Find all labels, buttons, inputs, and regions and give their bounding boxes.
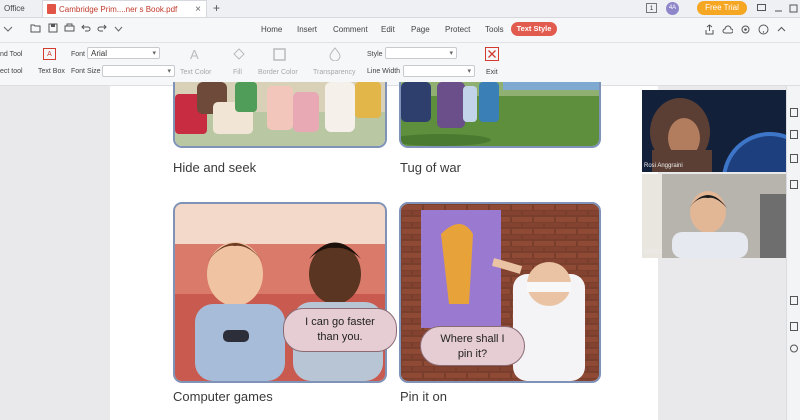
font-label: Font xyxy=(71,51,86,58)
style-label: Style xyxy=(367,51,383,58)
font-select-value: Arial xyxy=(91,49,108,58)
fill-label: Fill xyxy=(233,69,242,76)
speech-bubble-pin: Where shall I pin it? xyxy=(420,326,525,366)
share-icon[interactable] xyxy=(704,24,715,35)
photo-tug-of-war xyxy=(399,82,601,148)
transparency-label: Transparency xyxy=(313,69,356,76)
border-color-icon[interactable] xyxy=(273,48,286,61)
caption-hide-and-seek: Hide and seek xyxy=(173,160,257,175)
speech-bubble-faster-line-2: than you. xyxy=(317,331,363,343)
font-size-select[interactable]: ▾ xyxy=(102,65,175,77)
menu-dropdown-icon[interactable] xyxy=(3,25,13,33)
avatar[interactable]: 4A xyxy=(666,2,679,15)
sidebar-tool-icon[interactable] xyxy=(790,180,798,189)
menu-text-style[interactable]: Text Style xyxy=(511,22,557,36)
close-tab-icon[interactable]: × xyxy=(195,1,201,18)
caption-computer-games: Computer games xyxy=(173,389,273,404)
sidebar-tool-icon[interactable] xyxy=(790,108,798,117)
video-participant-1[interactable]: Rosi Anggraini xyxy=(642,90,790,172)
open-folder-icon[interactable] xyxy=(30,23,41,33)
document-page: Hide and seek Tug of war I can go faster… xyxy=(110,82,658,420)
menu-page[interactable]: Page xyxy=(411,25,430,34)
print-icon[interactable] xyxy=(64,23,75,33)
caption-tug-of-war: Tug of war xyxy=(400,160,461,175)
free-trial-button[interactable]: Free Trial xyxy=(697,1,747,15)
text-box-icon[interactable]: A xyxy=(43,48,56,60)
chevron-down-icon: ▾ xyxy=(467,68,471,75)
chevron-down-icon: ▾ xyxy=(449,50,453,57)
tab-office[interactable]: Office xyxy=(0,0,40,17)
speech-bubble-pin-line-2: pin it? xyxy=(457,348,488,360)
notification-badge[interactable]: 1 xyxy=(646,3,657,13)
add-text-tool-button[interactable]: nd Tool xyxy=(0,51,22,58)
sidebar-tool-icon[interactable] xyxy=(790,344,798,353)
tab-document[interactable]: Cambridge Prim....ner s Book.pdf × xyxy=(42,0,207,17)
font-size-label: Font Size xyxy=(71,68,101,75)
caption-pin-it-on: Pin it on xyxy=(400,389,447,404)
photo-computer-games xyxy=(173,202,387,383)
menu-protect[interactable]: Protect xyxy=(445,25,470,34)
participant-video-feed xyxy=(642,90,790,172)
sidebar-tool-icon[interactable] xyxy=(790,322,798,331)
menu-edit[interactable]: Edit xyxy=(381,25,395,34)
menu-home[interactable]: Home xyxy=(261,25,282,34)
text-color-icon[interactable]: A xyxy=(190,47,199,62)
chevron-down-icon: ▾ xyxy=(152,50,156,57)
line-width-select[interactable]: ▾ xyxy=(403,65,475,77)
exit-label: Exit xyxy=(486,69,498,76)
font-select[interactable]: Arial ▾ xyxy=(87,47,160,59)
exit-close-icon[interactable] xyxy=(485,47,499,61)
speech-bubble-faster: I can go faster than you. xyxy=(283,308,397,352)
chat-icon[interactable] xyxy=(757,4,766,13)
transparency-drop-icon[interactable] xyxy=(329,47,341,61)
tab-document-title: Cambridge Prim....ner s Book.pdf xyxy=(59,5,178,14)
menu-comment[interactable]: Comment xyxy=(333,25,368,34)
minimize-icon[interactable] xyxy=(774,4,783,13)
children-running-illustration xyxy=(175,82,385,146)
fill-bucket-icon[interactable] xyxy=(232,48,246,61)
pdf-file-icon xyxy=(47,4,56,14)
speech-bubble-faster-line-1: I can go faster xyxy=(305,316,375,328)
maximize-icon[interactable] xyxy=(789,4,798,13)
style-select[interactable]: ▾ xyxy=(385,47,457,59)
text-box-label: Text Box xyxy=(38,68,65,75)
chevron-down-icon: ▾ xyxy=(167,68,171,75)
right-sidebar xyxy=(786,86,800,420)
new-tab-button[interactable]: + xyxy=(213,0,220,17)
collapse-ribbon-icon[interactable] xyxy=(776,24,787,35)
sidebar-tool-icon[interactable] xyxy=(790,154,798,163)
help-icon[interactable] xyxy=(758,24,769,35)
menu-insert[interactable]: Insert xyxy=(297,25,317,34)
participant-video-feed xyxy=(642,174,790,258)
free-trial-label: Free Trial xyxy=(705,3,739,12)
speech-bubble-pin-line-1: Where shall I xyxy=(440,333,505,345)
settings-gear-icon[interactable] xyxy=(740,24,751,35)
boys-playing-games-illustration xyxy=(175,204,385,381)
video-participant-2[interactable]: Lorenz xyxy=(642,174,790,258)
sidebar-tool-icon[interactable] xyxy=(790,296,798,305)
text-color-label: Text Color xyxy=(180,69,212,76)
line-width-label: Line Width xyxy=(367,68,401,75)
tug-of-war-illustration xyxy=(401,82,599,146)
participant-2-name: Lorenz xyxy=(644,249,663,255)
cloud-sync-icon[interactable] xyxy=(722,24,733,35)
photo-hide-and-seek xyxy=(173,82,387,148)
redo-icon[interactable] xyxy=(97,23,107,33)
customize-dropdown-icon[interactable] xyxy=(114,24,123,33)
menu-tools[interactable]: Tools xyxy=(485,25,504,34)
sidebar-tool-icon[interactable] xyxy=(790,130,798,139)
undo-icon[interactable] xyxy=(81,23,91,33)
select-tool-button[interactable]: ect tool xyxy=(0,68,23,75)
save-icon[interactable] xyxy=(48,23,58,33)
tab-bar: Office Cambridge Prim....ner s Book.pdf … xyxy=(0,0,800,18)
participant-1-name: Rosi Anggraini xyxy=(644,163,683,169)
border-color-label: Border Color xyxy=(258,69,298,76)
menu-bar xyxy=(0,18,800,43)
